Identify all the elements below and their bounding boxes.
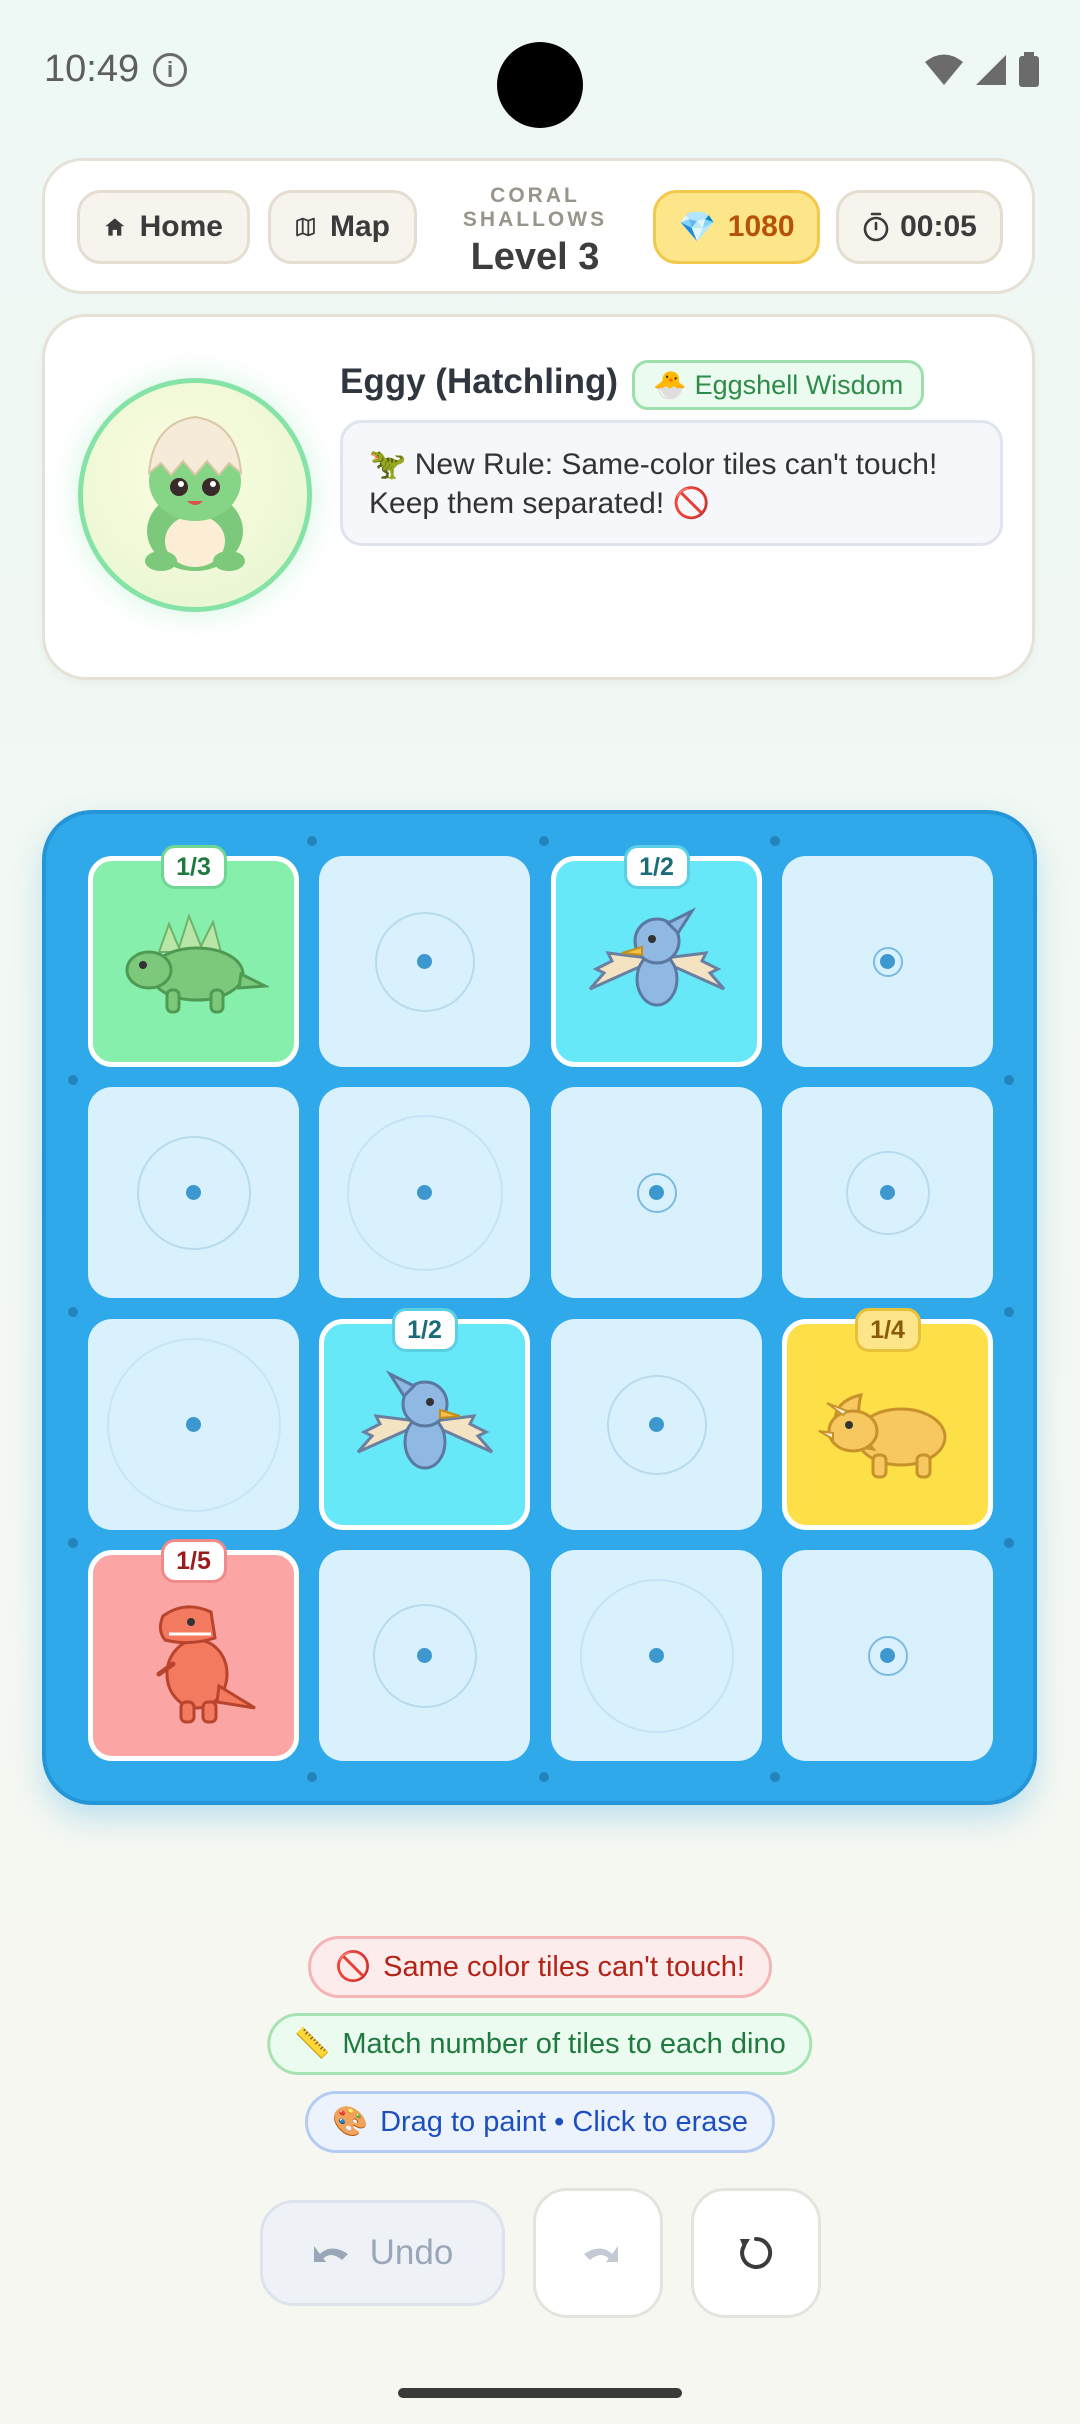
board-cell-r4c3[interactable] [551,1550,762,1761]
grid-dot [770,836,780,846]
home-indicator[interactable] [398,2388,682,2398]
board-cell-r2c1[interactable] [88,1087,299,1298]
clock: 10:49 [44,48,140,90]
grid-dot [307,836,317,846]
map-label: Map [330,210,390,243]
mentor-speech-bubble: 🦖 New Rule: Same-color tiles can't touch… [340,420,1003,546]
empty-cell-dot [649,1648,664,1663]
empty-cell-dot [186,1417,201,1432]
grid-dot [68,1307,78,1317]
grid-dot [1004,1538,1014,1548]
info-icon: i [153,52,188,87]
empty-cell-dot [417,1185,432,1200]
map-icon [296,217,315,237]
status-icons [924,52,1040,88]
board-cell-r1c2[interactable] [319,856,530,1067]
stopwatch-icon [863,212,889,242]
grid-dot [539,836,549,846]
home-icon [105,218,125,236]
empty-cell-dot [649,1417,664,1432]
signal-icon [976,55,1006,85]
board-cell-r3c1[interactable] [88,1319,299,1530]
hint-controls: 🎨 Drag to paint • Click to erase [304,2091,776,2153]
board-cell-r2c4[interactable] [782,1087,993,1298]
board-cell-r3c4[interactable]: 1/4 [782,1308,993,1530]
battery-icon [1019,52,1039,87]
board-cell-r1c4[interactable] [782,856,993,1067]
board-cell-r3c2[interactable]: 1/2 [319,1308,530,1530]
hint-text: Match number of tiles to each dino [342,2027,786,2060]
map-button[interactable]: Map [268,190,417,264]
mentor-badge: 🐣 Eggshell Wisdom [632,360,925,410]
board-cell-r4c4[interactable] [782,1550,993,1761]
home-button[interactable]: Home [77,190,250,264]
hint-text: Drag to paint • Click to erase [380,2105,749,2138]
region-name: CORAL SHALLOWS [462,184,608,231]
stegosaurus-icon [125,912,269,1013]
pterodactyl-icon [356,1369,493,1469]
grid-dot [770,1772,780,1782]
board-cell-r3c3[interactable] [551,1319,762,1530]
timer: 00:05 [836,190,1003,264]
ruler-icon: 📏 [294,2028,331,2060]
level-info: CORAL SHALLOWS Level 3 [420,184,650,279]
triceratops-icon [818,1392,946,1478]
status-bar-time: 10:49 i [44,48,188,91]
redo-icon [584,2246,618,2262]
empty-cell-dot [880,954,895,969]
badge-label: Eggshell Wisdom [694,369,904,400]
grid-dot [539,1772,549,1782]
gem-count: 1080 [727,210,795,243]
board-cell-r4c1[interactable]: 1/5 [88,1539,299,1761]
board-cell-r4c2[interactable] [319,1550,530,1761]
clue-badge: 1/2 [391,1308,458,1352]
empty-cell-dot [649,1185,664,1200]
restart-icon [740,2236,773,2269]
hint-match-count: 📏 Match number of tiles to each dino [267,2013,813,2075]
board-cell-r1c1[interactable]: 1/3 [88,845,299,1067]
palette-icon: 🎨 [331,2106,369,2138]
empty-cell-dot [417,954,432,969]
grid-dot [68,1538,78,1548]
grid-dot [307,1772,317,1782]
mentor-name: Eggy (Hatchling) [340,362,619,401]
clue-badge: 1/3 [160,845,227,889]
clue-badge: 1/2 [623,845,690,889]
empty-cell-dot [417,1648,432,1663]
mentor-avatar [78,378,312,612]
undo-icon [313,2246,348,2262]
empty-cell-dot [880,1648,895,1663]
hatching-chick-icon: 🐣 [653,370,687,400]
t-rex-icon [156,1604,256,1723]
gem-icon: 💎 [678,210,716,244]
home-label: Home [139,210,223,243]
clue-badge: 1/5 [160,1539,227,1583]
hatchling-dino-icon [145,415,245,571]
level-title: Level 3 [470,236,600,278]
empty-cell-dot [880,1185,895,1200]
hint-no-touch: 🚫 Same color tiles can't touch! [308,1936,772,1998]
restart-button[interactable] [691,2188,821,2318]
camera-cutout [497,42,583,128]
pterodactyl-icon [588,906,725,1006]
undo-button[interactable]: Undo [260,2200,505,2306]
redo-button[interactable] [533,2188,663,2318]
board-cell-r2c2[interactable] [319,1087,530,1298]
undo-label: Undo [369,2233,454,2272]
board-cell-r2c3[interactable] [551,1087,762,1298]
puzzle-board: 1/3 1/2 1/2 1/4 1/5 [42,810,1037,1805]
grid-dot [1004,1307,1014,1317]
gem-counter: 💎 1080 [653,190,820,264]
prohibited-icon: 🚫 [335,1951,372,1983]
clue-badge: 1/4 [854,1308,921,1352]
timer-value: 00:05 [900,210,977,243]
empty-cell-dot [186,1185,201,1200]
board-cell-r1c3[interactable]: 1/2 [551,845,762,1067]
grid-dot [1004,1075,1014,1085]
hint-text: Same color tiles can't touch! [383,1950,745,1983]
grid-dot [68,1075,78,1085]
wifi-icon [925,54,963,85]
